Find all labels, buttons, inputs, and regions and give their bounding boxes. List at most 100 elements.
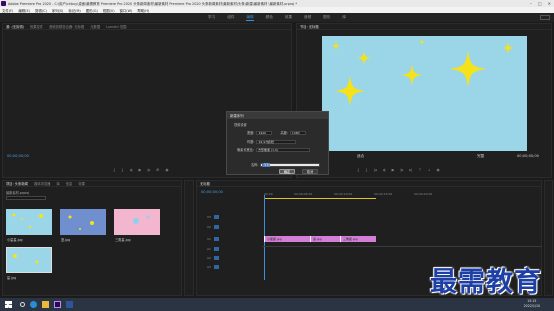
go-to-out-icon[interactable]: ▸|	[409, 168, 412, 172]
track-target-a1[interactable]	[214, 247, 219, 251]
menu-clip[interactable]: 剪辑(C)	[35, 8, 47, 13]
track-label-a1: A1	[207, 247, 211, 251]
cancel-button[interactable]: 取消	[302, 169, 318, 174]
timebase-label: 时基:	[247, 140, 255, 144]
edge-browser-icon[interactable]	[30, 301, 37, 308]
close-button[interactable]: ✕	[548, 1, 551, 6]
track-target-v3[interactable]	[214, 215, 219, 219]
audio-meter	[544, 180, 553, 296]
workspace-graphics[interactable]: 图形	[323, 15, 330, 20]
menu-marker[interactable]: 标记(M)	[68, 8, 80, 13]
work-area-bar[interactable]	[264, 198, 376, 199]
dialog-title: 新建序列	[227, 112, 328, 119]
word-icon[interactable]	[66, 301, 73, 308]
thumbnail-sanjiaoxing[interactable]	[114, 209, 160, 235]
source-timecode[interactable]: 00;00;00;00	[7, 154, 29, 158]
tab-audio-mixer[interactable]: 音频剪辑混合器: 无标题	[49, 24, 84, 29]
workspace-audio[interactable]: 音频	[304, 15, 311, 20]
timeline-clip[interactable]: 小星星.jpg	[264, 236, 310, 242]
file-explorer-icon[interactable]	[42, 301, 49, 308]
workspace-bar: 学习 组件 编辑 颜色 效果 音频 图形 库	[0, 13, 554, 22]
menu-view[interactable]: 视图(V)	[103, 8, 115, 13]
ok-button[interactable]: 确定	[279, 169, 295, 174]
step-forward-icon[interactable]: |▸	[400, 168, 403, 172]
thumbnail-xiaoxingxing[interactable]	[6, 209, 52, 235]
camera-icon[interactable]: ◉	[436, 168, 439, 172]
go-to-in-icon[interactable]: |◂	[374, 168, 377, 172]
thumbnail-label: 三角星.jpg	[115, 238, 131, 242]
workspace-color[interactable]: 颜色	[266, 15, 273, 20]
height-field[interactable]: 1080	[289, 130, 306, 135]
star-shape	[401, 64, 423, 86]
menu-edit[interactable]: 编辑(E)	[18, 8, 30, 13]
workspace-editing[interactable]: 编辑	[246, 15, 254, 21]
tab-source[interactable]: 源: (无剪辑)	[6, 24, 24, 29]
menu-graphics[interactable]: 图形(G)	[86, 8, 98, 13]
timeline-clip[interactable]: 三角星.jpg	[340, 236, 376, 242]
thumbnail-lan[interactable]	[60, 209, 106, 235]
extract-icon[interactable]: ⇣	[427, 168, 430, 172]
clock-date: 2022/1/10	[523, 304, 540, 308]
tab-lumetri-scopes[interactable]: Lumetri 范围	[106, 24, 126, 29]
project-search-input[interactable]	[6, 196, 46, 200]
play-icon[interactable]: ▶	[392, 168, 395, 172]
stars-thumbnail	[12, 213, 43, 229]
workspace-assembly[interactable]: 组件	[227, 15, 234, 20]
workspace-learn[interactable]: 学习	[208, 15, 215, 20]
bin-path: 最新素材.prproj	[6, 191, 30, 195]
track-target-a3[interactable]	[214, 265, 219, 269]
star-shape	[335, 76, 365, 106]
ruler-tick: 00;00;20;00	[414, 192, 433, 196]
track-target-a2[interactable]	[214, 256, 219, 260]
timeline-clip[interactable]: 蓝.jpg	[310, 236, 340, 242]
step-back-icon[interactable]: ◂|	[130, 168, 133, 172]
menu-help[interactable]: 帮助(H)	[137, 8, 149, 13]
tab-libraries[interactable]: 库	[56, 181, 59, 186]
menu-window[interactable]: 窗口(W)	[120, 8, 133, 13]
search-icon[interactable]	[20, 302, 25, 307]
timeline-timecode[interactable]: 00;00;00;00	[201, 190, 223, 194]
minimize-button[interactable]: –	[530, 1, 532, 6]
width-field[interactable]: 1920	[256, 130, 273, 135]
tab-metadata[interactable]: 元数据	[90, 24, 100, 29]
name-label: 名称:	[251, 163, 259, 167]
stars-thumbnail	[133, 215, 150, 224]
mark-out-icon[interactable]: }	[121, 168, 123, 172]
menu-file[interactable]: 文件(F)	[2, 8, 13, 13]
premiere-taskbar-icon[interactable]	[54, 301, 61, 308]
menu-sequence[interactable]: 序列(S)	[52, 8, 64, 13]
mark-in-icon[interactable]: {	[113, 168, 115, 172]
thumbnail-label: 小星星.jpg	[7, 238, 23, 242]
workspace-effects[interactable]: 效果	[285, 15, 292, 20]
tab-timeline[interactable]: 无标题	[200, 181, 210, 186]
tab-media-browser[interactable]: 媒体浏览器	[34, 181, 50, 186]
timebase-select[interactable]: 29.97帧/秒	[256, 139, 297, 144]
track-target-v2[interactable]	[214, 225, 219, 229]
windows-start-icon[interactable]	[5, 301, 12, 308]
tab-effect-controls[interactable]: 效果控件	[30, 24, 43, 29]
mark-in-icon[interactable]: {	[357, 168, 359, 172]
tab-info[interactable]: 信息	[66, 181, 73, 186]
camera-icon[interactable]: ◉	[165, 168, 168, 172]
insert-icon[interactable]: ⊞	[156, 168, 159, 172]
workspace-menu-icon[interactable]	[540, 15, 550, 20]
maximize-button[interactable]: □	[538, 1, 542, 6]
lift-icon[interactable]: ⇡	[418, 168, 421, 172]
program-fit[interactable]: 适合	[357, 154, 364, 159]
window-title: Adobe Premiere Pro 2020 - C:\用户\ckbuy\桌面…	[8, 2, 298, 6]
play-icon[interactable]: ▶	[139, 168, 142, 172]
mark-out-icon[interactable]: }	[365, 168, 367, 172]
step-back-icon[interactable]: ◂|	[383, 168, 386, 172]
timeline-ruler[interactable]: 00;00 00;00;05;00 00;00;10;00 00;00;15;0…	[264, 192, 524, 200]
track-target-v1[interactable]	[214, 237, 219, 241]
clock[interactable]: 15:15 2022/1/10	[524, 299, 540, 309]
tab-project[interactable]: 项目: 头条新闻	[6, 181, 28, 186]
thumbnail-xing[interactable]	[6, 247, 52, 273]
sequence-name-input[interactable]: 序列	[260, 162, 321, 167]
pixel-aspect-select[interactable]: 方形像素 (1.0)	[256, 147, 311, 152]
step-forward-icon[interactable]: |▸	[147, 168, 150, 172]
program-quality[interactable]: 完整	[477, 154, 484, 159]
tab-program[interactable]: 节目: 无标题	[300, 24, 319, 29]
workspace-libraries[interactable]: 库	[342, 15, 346, 20]
tab-effects[interactable]: 效果	[78, 181, 85, 186]
